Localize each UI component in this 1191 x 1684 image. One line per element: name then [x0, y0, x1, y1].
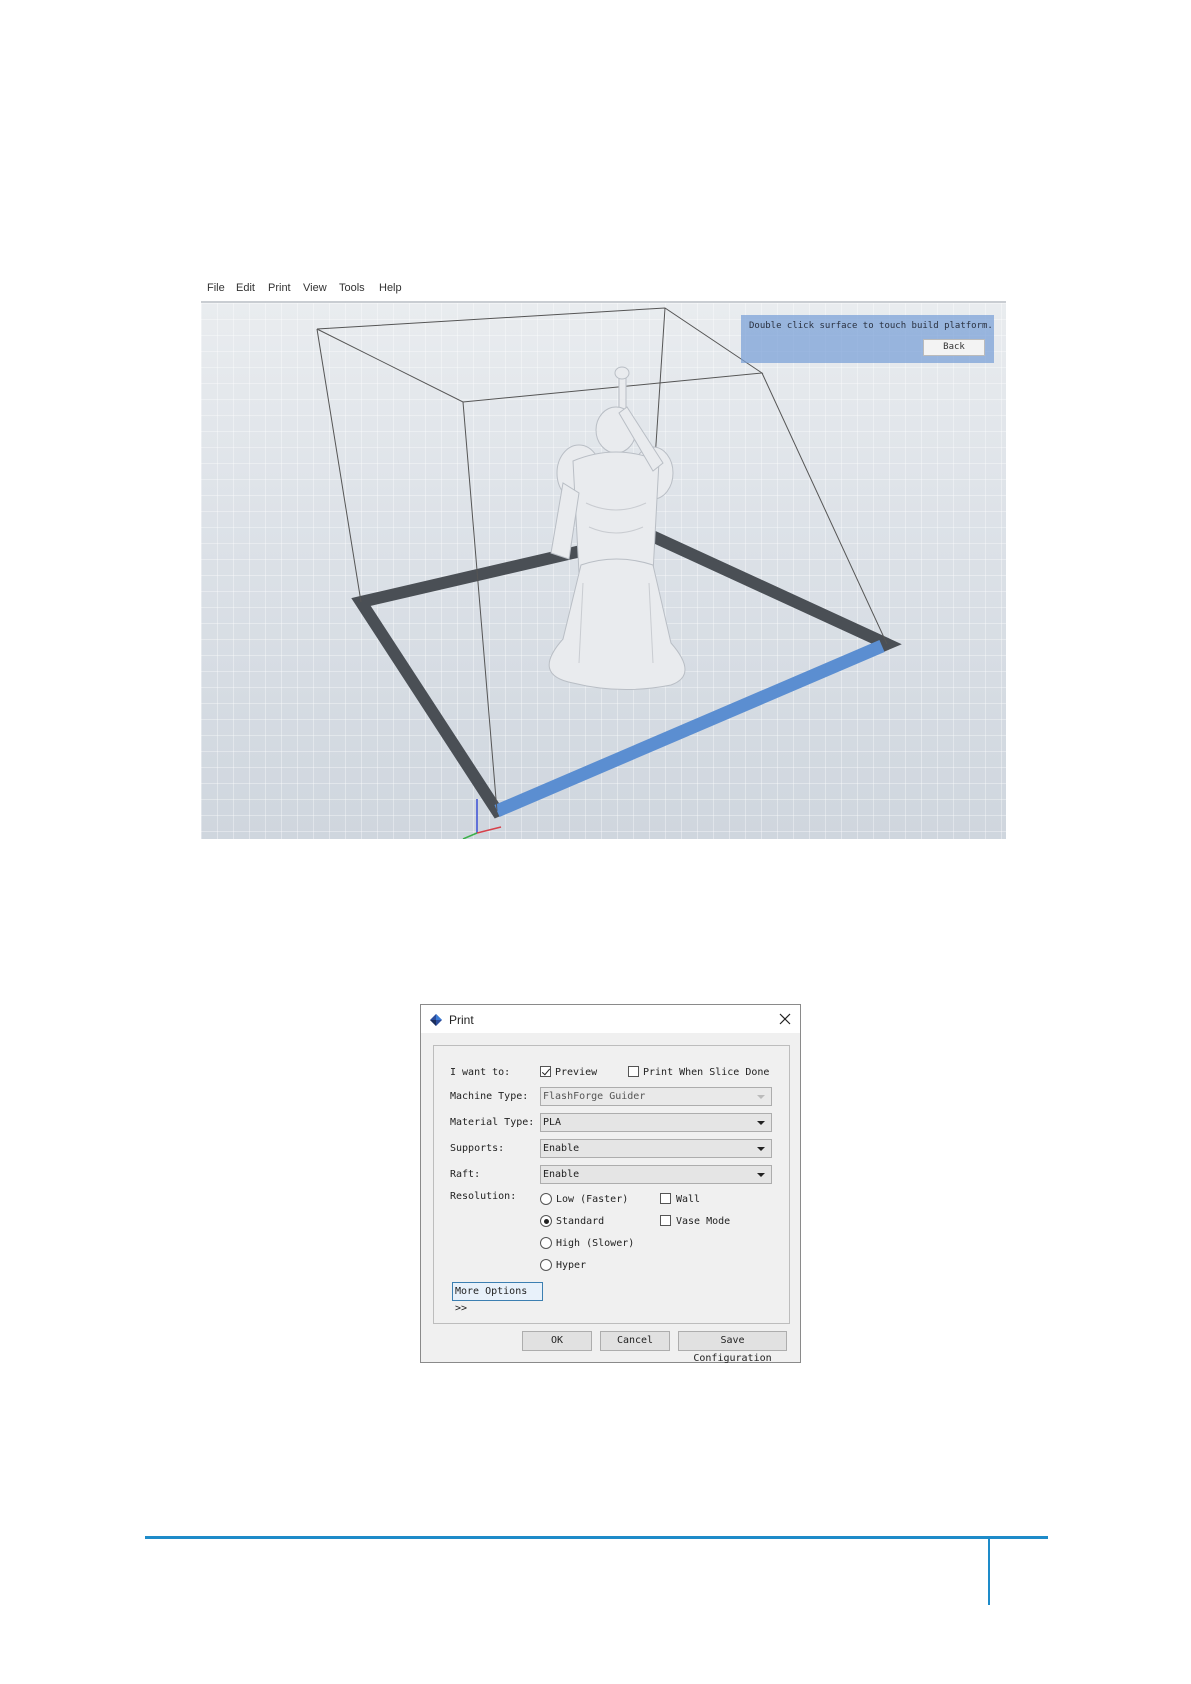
- resolution-label: Resolution:: [450, 1191, 517, 1202]
- resolution-standard-radio[interactable]: [540, 1215, 552, 1227]
- menu-bar: File Edit Print View Tools Help: [201, 278, 1006, 300]
- preview-checkbox[interactable]: [540, 1066, 551, 1077]
- resolution-hyper-label: Hyper: [556, 1260, 587, 1271]
- 3d-model-statue: [548, 366, 686, 690]
- i-want-to-label: I want to:: [450, 1067, 511, 1078]
- dialog-titlebar: Print: [421, 1005, 800, 1033]
- chevron-down-icon: [757, 1121, 765, 1125]
- preview-label: Preview: [555, 1067, 598, 1078]
- resolution-standard-label: Standard: [556, 1216, 605, 1227]
- footer-divider: [988, 1537, 990, 1605]
- raft-value: Enable: [543, 1169, 580, 1180]
- material-type-label: Material Type:: [450, 1117, 535, 1128]
- more-options-button[interactable]: More Options >>: [452, 1282, 543, 1314]
- menu-view[interactable]: View: [303, 282, 327, 294]
- hint-panel: Double click surface to touch build plat…: [741, 315, 994, 363]
- machine-type-label: Machine Type:: [450, 1091, 529, 1102]
- supports-value: Enable: [543, 1143, 580, 1154]
- hint-text: Double click surface to touch build plat…: [749, 321, 993, 331]
- menu-edit[interactable]: Edit: [236, 282, 255, 294]
- ok-button[interactable]: OK: [522, 1331, 592, 1351]
- material-type-select[interactable]: PLA: [540, 1113, 772, 1132]
- wall-label: Wall: [676, 1194, 701, 1205]
- raft-label: Raft:: [450, 1169, 481, 1180]
- chevron-down-icon: [757, 1095, 765, 1099]
- machine-type-value: FlashForge Guider: [543, 1091, 646, 1102]
- chevron-down-icon: [757, 1173, 765, 1177]
- chevron-down-icon: [757, 1147, 765, 1151]
- menu-print[interactable]: Print: [268, 282, 291, 294]
- slicer-screenshot: File Edit Print View Tools Help Double c…: [201, 278, 1006, 839]
- print-dialog: Print I want to: Preview Print When Slic…: [420, 1004, 801, 1364]
- vase-mode-checkbox[interactable]: [660, 1215, 671, 1226]
- print-when-slice-done-checkbox[interactable]: [628, 1066, 639, 1077]
- resolution-hyper-radio[interactable]: [540, 1259, 552, 1271]
- dialog-title: Print: [449, 1013, 474, 1027]
- build-volume-scene: [316, 307, 902, 839]
- footer-rule: [145, 1536, 1048, 1539]
- print-when-slice-done-label: Print When Slice Done: [643, 1067, 770, 1078]
- supports-select[interactable]: Enable: [540, 1139, 772, 1158]
- save-configuration-button[interactable]: Save Configuration: [678, 1331, 787, 1364]
- menu-tools[interactable]: Tools: [339, 282, 365, 294]
- resolution-high-label: High (Slower): [556, 1238, 635, 1249]
- machine-type-select: FlashForge Guider: [540, 1087, 772, 1106]
- menu-help[interactable]: Help: [379, 282, 402, 294]
- close-icon[interactable]: [776, 1010, 794, 1028]
- supports-label: Supports:: [450, 1143, 505, 1154]
- material-type-value: PLA: [543, 1117, 562, 1128]
- cancel-button[interactable]: Cancel: [600, 1331, 670, 1351]
- raft-select[interactable]: Enable: [540, 1165, 772, 1184]
- 3d-viewport[interactable]: Double click surface to touch build plat…: [201, 301, 1006, 839]
- wall-checkbox[interactable]: [660, 1193, 671, 1204]
- flashforge-logo-icon: [430, 1014, 442, 1026]
- back-button[interactable]: Back: [923, 339, 985, 356]
- menu-file[interactable]: File: [207, 282, 225, 294]
- resolution-low-radio[interactable]: [540, 1193, 552, 1205]
- resolution-low-label: Low (Faster): [556, 1194, 629, 1205]
- vase-mode-label: Vase Mode: [676, 1216, 731, 1227]
- print-options-group: I want to: Preview Print When Slice Done…: [433, 1045, 790, 1324]
- resolution-high-radio[interactable]: [540, 1237, 552, 1249]
